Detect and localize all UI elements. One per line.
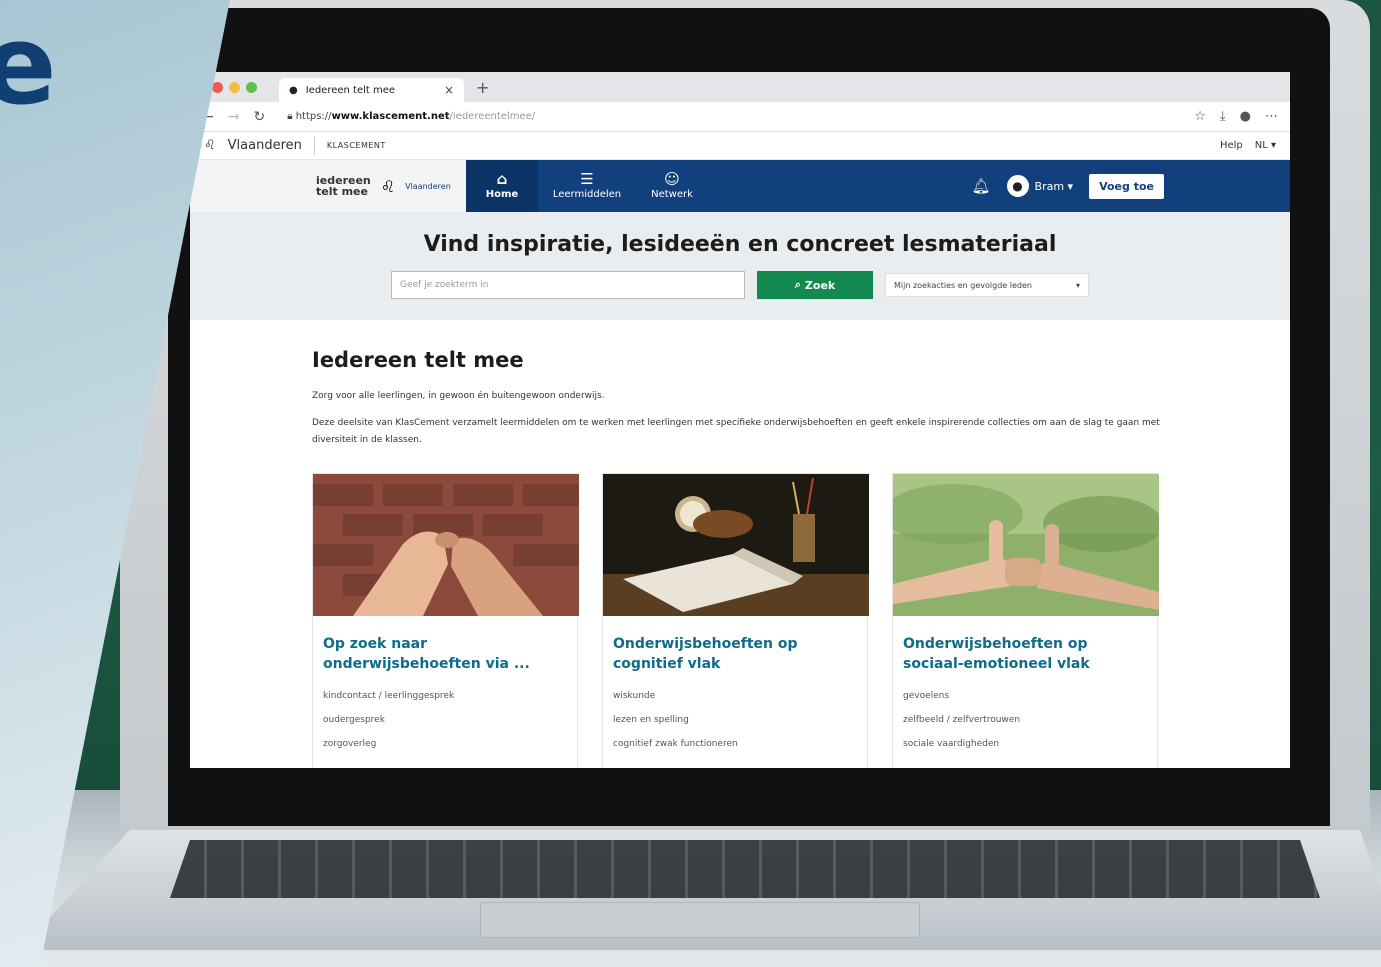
tab-close-icon[interactable]: ×: [444, 83, 454, 97]
profile-icon[interactable]: ●: [1240, 109, 1251, 124]
collection-card[interactable]: Onderwijsbehoeften op sociaal-emotioneel…: [892, 473, 1159, 768]
intro-text: Zorg voor alle leerlingen, in gewoon én …: [312, 391, 605, 401]
window-minimize-dot[interactable]: [229, 81, 240, 93]
overlay-letter: e: [0, 1, 57, 129]
lion-icon: ♌︎: [204, 138, 216, 153]
card-link[interactable]: kindcontact / leerlinggesprek: [323, 684, 567, 708]
nav-netwerk[interactable]: ☺ Netwerk: [636, 160, 708, 212]
laptop-screen: ● Iedereen telt mee × + ← → ↻ 🔒︎ https:/…: [190, 72, 1290, 768]
url-path: /iedereentelmee/: [449, 111, 536, 122]
card-image-study-desk: [603, 474, 869, 616]
card-link[interactable]: lezen en spelling: [613, 708, 857, 732]
card-body: Onderwijsbehoeften op cognitief vlak wis…: [603, 616, 867, 756]
divider: [313, 136, 315, 155]
browser-tab[interactable]: ● Iedereen telt mee ×: [279, 78, 464, 102]
page-title: Iedereen telt mee: [312, 348, 524, 372]
avatar: ●: [1006, 175, 1029, 197]
menu-icon[interactable]: ⋯: [1265, 109, 1278, 124]
card-body: Onderwijsbehoeften op sociaal-emotioneel…: [893, 616, 1157, 756]
card-title[interactable]: Onderwijsbehoeften op sociaal-emotioneel…: [903, 634, 1147, 674]
url-prefix: https://: [295, 111, 332, 122]
nav-leermiddelen[interactable]: ☰ Leermiddelen: [538, 160, 636, 212]
saved-searches-select[interactable]: Mijn zoekacties en gevolgde leden ▾: [885, 273, 1089, 297]
vlaanderen-brand[interactable]: Vlaanderen: [228, 138, 302, 153]
card-image-pinky-promise: [313, 474, 579, 616]
user-menu[interactable]: ● Bram ▾: [1006, 175, 1074, 197]
url-domain: www.klascement.net: [331, 111, 450, 122]
window-maximize-dot[interactable]: [246, 81, 257, 93]
user-name: Bram ▾: [1034, 179, 1074, 193]
tab-title: Iedereen telt mee: [305, 84, 396, 96]
site-nav: iedereen telt mee ♌︎ Vlaanderen ⌂ Home ☰…: [190, 160, 1290, 212]
card-title[interactable]: Onderwijsbehoeften op cognitief vlak: [613, 634, 857, 674]
laptop-keyboard: [170, 840, 1320, 898]
card-body: Op zoek naar onderwijsbehoeften via ... …: [313, 616, 577, 756]
description-text: Deze deelsite van KlasCement verzamelt l…: [312, 418, 1160, 445]
laptop-trackpad: [480, 902, 920, 938]
collection-card[interactable]: Op zoek naar onderwijsbehoeften via ... …: [312, 473, 579, 768]
main-content: Iedereen telt mee Zorg voor alle leerlin…: [190, 320, 1160, 768]
reload-icon[interactable]: ↻: [253, 109, 265, 125]
network-icon: ☺: [664, 170, 680, 188]
collections-icon[interactable]: ⤓: [1220, 109, 1226, 124]
card-link[interactable]: cognitief zwak functioneren: [613, 732, 857, 756]
help-link[interactable]: Help: [1220, 140, 1243, 151]
card-link[interactable]: zelfbeeld / zelfvertrouwen: [903, 708, 1147, 732]
bell-icon[interactable]: 🔔︎: [971, 177, 990, 195]
card-image-thumbs-up: [893, 474, 1159, 616]
card-title[interactable]: Op zoek naar onderwijsbehoeften via ...: [323, 634, 567, 674]
search-input[interactable]: Geef je zoekterm in: [391, 271, 745, 299]
card-link[interactable]: zorgoverleg: [323, 732, 567, 756]
klascement-label[interactable]: KLASCEMENT: [327, 141, 386, 150]
home-icon: ⌂: [496, 170, 508, 188]
nav-home[interactable]: ⌂ Home: [466, 160, 538, 212]
hero-section: Vind inspiratie, lesideeën en concreet l…: [190, 212, 1290, 320]
vlaanderen-bar: ♌︎ Vlaanderen KLASCEMENT Help NL ▾: [190, 132, 1290, 160]
browser-addressbar: ← → ↻ 🔒︎ https://www.klascement.net/iede…: [190, 102, 1290, 132]
brand-vlaanderen: Vlaanderen: [405, 181, 451, 191]
chevron-down-icon: ▾: [1075, 280, 1080, 290]
site-brand[interactable]: iedereen telt mee ♌︎ Vlaanderen: [190, 160, 466, 212]
hero-title: Vind inspiratie, lesideeën en concreet l…: [423, 232, 1057, 257]
card-link[interactable]: sociale vaardigheden: [903, 732, 1147, 756]
forward-icon[interactable]: →: [228, 109, 240, 125]
list-icon: ☰: [580, 170, 594, 188]
collection-cards: Op zoek naar onderwijsbehoeften via ... …: [312, 473, 1160, 768]
url-field[interactable]: 🔒︎ https://www.klascement.net/iedereente…: [279, 107, 1180, 126]
search-button[interactable]: ⌕ Zoek: [757, 271, 873, 299]
search-icon: ⌕: [794, 278, 801, 291]
search-row: Geef je zoekterm in ⌕ Zoek Mijn zoekacti…: [391, 271, 1089, 299]
browser-tabbar: ● Iedereen telt mee × +: [190, 72, 1290, 102]
add-button[interactable]: Voeg toe: [1089, 173, 1164, 199]
lock-icon: 🔒︎: [287, 111, 296, 122]
card-link[interactable]: gevoelens: [903, 684, 1147, 708]
lion-icon: ♌︎: [380, 176, 396, 196]
language-select[interactable]: NL ▾: [1255, 140, 1276, 151]
brand-logo-text: iedereen telt mee: [316, 174, 371, 198]
favorites-icon[interactable]: ☆: [1194, 109, 1206, 124]
nav-user-area: 🔔︎ ● Bram ▾ Voeg toe: [971, 160, 1290, 212]
card-link[interactable]: wiskunde: [613, 684, 857, 708]
new-tab-icon[interactable]: +: [476, 78, 489, 97]
favicon-icon: ●: [289, 84, 298, 96]
collection-card[interactable]: Onderwijsbehoeften op cognitief vlak wis…: [602, 473, 869, 768]
card-link[interactable]: oudergesprek: [323, 708, 567, 732]
